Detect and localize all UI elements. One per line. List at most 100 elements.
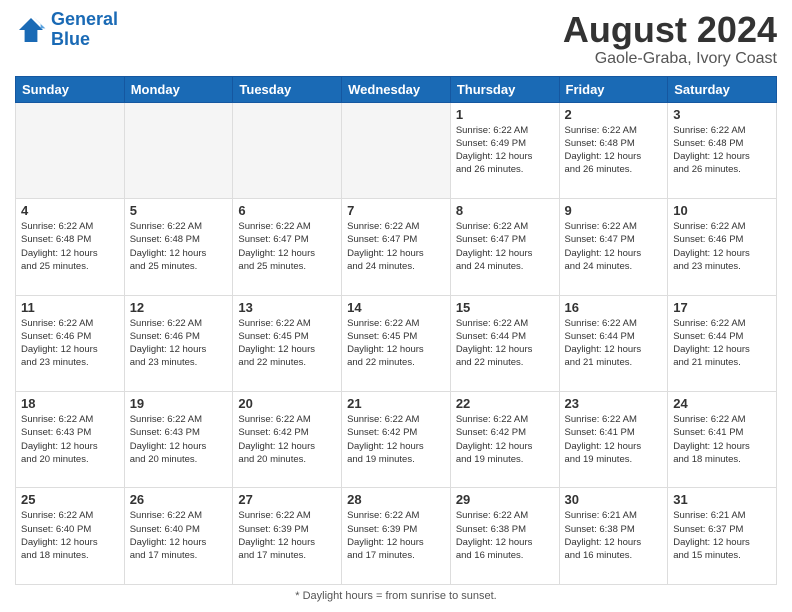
day-info: Sunrise: 6:22 AM Sunset: 6:48 PM Dayligh… — [565, 124, 663, 177]
calendar-cell: 12 Sunrise: 6:22 AM Sunset: 6:46 PM Dayli… — [124, 295, 233, 391]
calendar-week-2: 11 Sunrise: 6:22 AM Sunset: 6:46 PM Dayli… — [16, 295, 777, 391]
day-info: Sunrise: 6:22 AM Sunset: 6:43 PM Dayligh… — [21, 413, 119, 466]
calendar-cell: 22Sunrise: 6:22 AM Sunset: 6:42 PM Dayli… — [450, 392, 559, 488]
day-info: Sunrise: 6:22 AM Sunset: 6:48 PM Dayligh… — [21, 220, 119, 273]
calendar-cell: 23Sunrise: 6:22 AM Sunset: 6:41 PM Dayli… — [559, 392, 668, 488]
day-info: Sunrise: 6:22 AM Sunset: 6:47 PM Dayligh… — [565, 220, 663, 273]
calendar-cell: 6 Sunrise: 6:22 AM Sunset: 6:47 PM Daylig… — [233, 199, 342, 295]
calendar-week-0: 1Sunrise: 6:22 AM Sunset: 6:49 PM Daylig… — [16, 102, 777, 198]
calendar-cell: 18 Sunrise: 6:22 AM Sunset: 6:43 PM Dayli… — [16, 392, 125, 488]
calendar-cell — [342, 102, 451, 198]
calendar-cell: 26 Sunrise: 6:22 AM Sunset: 6:40 PM Dayli… — [124, 488, 233, 585]
day-number: 28 — [347, 492, 445, 507]
calendar-cell: 13 Sunrise: 6:22 AM Sunset: 6:45 PM Dayli… — [233, 295, 342, 391]
day-number: 2 — [565, 107, 663, 122]
day-number: 6 — [238, 203, 336, 218]
day-info: Sunrise: 6:22 AM Sunset: 6:46 PM Dayligh… — [21, 317, 119, 370]
day-number: 31 — [673, 492, 771, 507]
day-info: Sunrise: 6:22 AM Sunset: 6:45 PM Dayligh… — [238, 317, 336, 370]
subtitle: Gaole-Graba, Ivory Coast — [563, 50, 777, 68]
day-number: 24 — [673, 396, 771, 411]
calendar-cell — [233, 102, 342, 198]
day-number: 25 — [21, 492, 119, 507]
day-number: 14 — [347, 300, 445, 315]
day-info: Sunrise: 6:22 AM Sunset: 6:47 PM Dayligh… — [456, 220, 554, 273]
calendar-cell — [124, 102, 233, 198]
calendar-cell: 16Sunrise: 6:22 AM Sunset: 6:44 PM Dayli… — [559, 295, 668, 391]
calendar-cell: 5Sunrise: 6:22 AM Sunset: 6:48 PM Daylig… — [124, 199, 233, 295]
day-number: 10 — [673, 203, 771, 218]
day-info: Sunrise: 6:22 AM Sunset: 6:45 PM Dayligh… — [347, 317, 445, 370]
day-number: 13 — [238, 300, 336, 315]
day-number: 8 — [456, 203, 554, 218]
calendar-cell: 8 Sunrise: 6:22 AM Sunset: 6:47 PM Daylig… — [450, 199, 559, 295]
calendar-cell: 2 Sunrise: 6:22 AM Sunset: 6:48 PM Daylig… — [559, 102, 668, 198]
day-info: Sunrise: 6:21 AM Sunset: 6:38 PM Dayligh… — [565, 509, 663, 562]
day-number: 30 — [565, 492, 663, 507]
calendar-week-1: 4Sunrise: 6:22 AM Sunset: 6:48 PM Daylig… — [16, 199, 777, 295]
calendar-header-friday: Friday — [559, 76, 668, 102]
day-info: Sunrise: 6:22 AM Sunset: 6:41 PM Dayligh… — [673, 413, 771, 466]
calendar-cell: 10 Sunrise: 6:22 AM Sunset: 6:46 PM Dayli… — [668, 199, 777, 295]
logo: General Blue — [15, 10, 118, 50]
calendar-cell: 30 Sunrise: 6:21 AM Sunset: 6:38 PM Dayli… — [559, 488, 668, 585]
day-info: Sunrise: 6:22 AM Sunset: 6:48 PM Dayligh… — [673, 124, 771, 177]
calendar-week-4: 25 Sunrise: 6:22 AM Sunset: 6:40 PM Dayli… — [16, 488, 777, 585]
calendar-header-thursday: Thursday — [450, 76, 559, 102]
day-info: Sunrise: 6:22 AM Sunset: 6:44 PM Dayligh… — [673, 317, 771, 370]
day-number: 1 — [456, 107, 554, 122]
day-info: Sunrise: 6:22 AM Sunset: 6:46 PM Dayligh… — [673, 220, 771, 273]
day-info: Sunrise: 6:22 AM Sunset: 6:41 PM Dayligh… — [565, 413, 663, 466]
logo-icon — [15, 14, 47, 46]
day-info: Sunrise: 6:22 AM Sunset: 6:42 PM Dayligh… — [347, 413, 445, 466]
calendar-cell: 31 Sunrise: 6:21 AM Sunset: 6:37 PM Dayli… — [668, 488, 777, 585]
calendar-cell: 7 Sunrise: 6:22 AM Sunset: 6:47 PM Daylig… — [342, 199, 451, 295]
day-number: 21 — [347, 396, 445, 411]
calendar-cell: 11 Sunrise: 6:22 AM Sunset: 6:46 PM Dayli… — [16, 295, 125, 391]
day-info: Sunrise: 6:22 AM Sunset: 6:42 PM Dayligh… — [238, 413, 336, 466]
day-info: Sunrise: 6:22 AM Sunset: 6:40 PM Dayligh… — [130, 509, 228, 562]
day-info: Sunrise: 6:22 AM Sunset: 6:47 PM Dayligh… — [347, 220, 445, 273]
day-info: Sunrise: 6:22 AM Sunset: 6:44 PM Dayligh… — [456, 317, 554, 370]
day-info: Sunrise: 6:22 AM Sunset: 6:46 PM Dayligh… — [130, 317, 228, 370]
calendar-cell — [16, 102, 125, 198]
calendar-header-tuesday: Tuesday — [233, 76, 342, 102]
calendar-header-sunday: Sunday — [16, 76, 125, 102]
day-number: 7 — [347, 203, 445, 218]
day-number: 11 — [21, 300, 119, 315]
calendar-cell: 17 Sunrise: 6:22 AM Sunset: 6:44 PM Dayli… — [668, 295, 777, 391]
day-number: 12 — [130, 300, 228, 315]
page: General Blue August 2024 Gaole-Graba, Iv… — [0, 0, 792, 612]
calendar-cell: 20 Sunrise: 6:22 AM Sunset: 6:42 PM Dayli… — [233, 392, 342, 488]
title-area: August 2024 Gaole-Graba, Ivory Coast — [563, 10, 777, 68]
day-info: Sunrise: 6:22 AM Sunset: 6:47 PM Dayligh… — [238, 220, 336, 273]
calendar-cell: 15Sunrise: 6:22 AM Sunset: 6:44 PM Dayli… — [450, 295, 559, 391]
calendar-cell: 3Sunrise: 6:22 AM Sunset: 6:48 PM Daylig… — [668, 102, 777, 198]
day-number: 18 — [21, 396, 119, 411]
day-info: Sunrise: 6:22 AM Sunset: 6:44 PM Dayligh… — [565, 317, 663, 370]
calendar-cell: 4Sunrise: 6:22 AM Sunset: 6:48 PM Daylig… — [16, 199, 125, 295]
day-number: 19 — [130, 396, 228, 411]
main-title: August 2024 — [563, 10, 777, 50]
day-number: 26 — [130, 492, 228, 507]
logo-text: General Blue — [51, 10, 118, 50]
day-info: Sunrise: 6:22 AM Sunset: 6:38 PM Dayligh… — [456, 509, 554, 562]
calendar-week-3: 18 Sunrise: 6:22 AM Sunset: 6:43 PM Dayli… — [16, 392, 777, 488]
day-info: Sunrise: 6:22 AM Sunset: 6:42 PM Dayligh… — [456, 413, 554, 466]
day-number: 17 — [673, 300, 771, 315]
day-info: Sunrise: 6:22 AM Sunset: 6:43 PM Dayligh… — [130, 413, 228, 466]
calendar-cell: 25 Sunrise: 6:22 AM Sunset: 6:40 PM Dayli… — [16, 488, 125, 585]
day-number: 5 — [130, 203, 228, 218]
calendar-header-monday: Monday — [124, 76, 233, 102]
day-number: 20 — [238, 396, 336, 411]
calendar-cell: 21 Sunrise: 6:22 AM Sunset: 6:42 PM Dayli… — [342, 392, 451, 488]
calendar-cell: 24 Sunrise: 6:22 AM Sunset: 6:41 PM Dayli… — [668, 392, 777, 488]
calendar-table: SundayMondayTuesdayWednesdayThursdayFrid… — [15, 76, 777, 585]
calendar-header-wednesday: Wednesday — [342, 76, 451, 102]
day-number: 9 — [565, 203, 663, 218]
calendar-cell: 29Sunrise: 6:22 AM Sunset: 6:38 PM Dayli… — [450, 488, 559, 585]
day-info: Sunrise: 6:21 AM Sunset: 6:37 PM Dayligh… — [673, 509, 771, 562]
calendar-cell: 14 Sunrise: 6:22 AM Sunset: 6:45 PM Dayli… — [342, 295, 451, 391]
calendar-cell: 1Sunrise: 6:22 AM Sunset: 6:49 PM Daylig… — [450, 102, 559, 198]
day-info: Sunrise: 6:22 AM Sunset: 6:40 PM Dayligh… — [21, 509, 119, 562]
